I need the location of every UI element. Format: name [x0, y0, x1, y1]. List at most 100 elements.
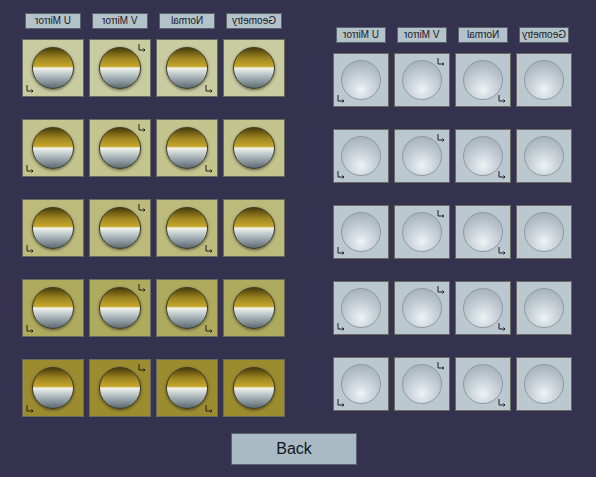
material-tile [455, 205, 511, 259]
back-button[interactable]: Back [231, 433, 357, 465]
gold-sphere [99, 127, 141, 169]
material-tile [455, 53, 511, 107]
axis-arrow-icon [138, 203, 147, 212]
axis-arrow-icon [205, 404, 214, 413]
material-row [22, 199, 285, 257]
axis-arrow-icon [26, 404, 35, 413]
material-tile [394, 357, 450, 411]
axis-arrow-icon [437, 361, 446, 370]
gold-sphere [32, 47, 74, 89]
material-tile [394, 205, 450, 259]
material-row [333, 281, 572, 335]
gold-sphere [32, 127, 74, 169]
material-row [22, 359, 285, 417]
plain-panel: U MirrorV MirrorNormalGeometry [333, 27, 572, 411]
axis-arrow-icon [498, 246, 507, 255]
material-row [22, 39, 285, 97]
material-tile [89, 39, 151, 97]
gold-sphere [166, 127, 208, 169]
material-tile [333, 53, 389, 107]
material-tile [223, 359, 285, 417]
material-tile [89, 199, 151, 257]
axis-arrow-icon [205, 84, 214, 93]
axis-arrow-icon [205, 324, 214, 333]
plain-sphere [463, 136, 503, 176]
material-tile [89, 119, 151, 177]
material-tile [223, 39, 285, 97]
axis-arrow-icon [26, 164, 35, 173]
axis-arrow-icon [26, 244, 35, 253]
material-tile [333, 281, 389, 335]
plain-sphere [524, 60, 564, 100]
axis-arrow-icon [337, 94, 346, 103]
axis-arrow-icon [138, 43, 147, 52]
material-tile [455, 357, 511, 411]
material-tile [394, 53, 450, 107]
material-tile [455, 129, 511, 183]
plain-sphere [524, 212, 564, 252]
axis-arrow-icon [437, 133, 446, 142]
material-tile [22, 39, 84, 97]
plain-sphere [402, 288, 442, 328]
material-tile [156, 359, 218, 417]
material-tile [516, 205, 572, 259]
column-header: Normal [159, 13, 215, 29]
material-tile [22, 199, 84, 257]
column-header: V Mirror [92, 13, 148, 29]
gold-sphere [166, 367, 208, 409]
gold-sphere [233, 127, 275, 169]
axis-arrow-icon [437, 285, 446, 294]
gold-sphere [166, 47, 208, 89]
column-header: U Mirror [336, 27, 386, 43]
axis-arrow-icon [498, 170, 507, 179]
gold-sphere [233, 287, 275, 329]
material-tile [156, 39, 218, 97]
material-tile [394, 281, 450, 335]
plain-sphere [341, 60, 381, 100]
axis-arrow-icon [26, 84, 35, 93]
material-tile [156, 279, 218, 337]
material-tile [516, 357, 572, 411]
gold-sphere [32, 287, 74, 329]
axis-arrow-icon [337, 398, 346, 407]
gold-sphere [166, 287, 208, 329]
gold-panel: U MirrorV MirrorNormalGeometry [22, 13, 285, 417]
plain-sphere [341, 212, 381, 252]
material-tile [516, 53, 572, 107]
gold-sphere [32, 207, 74, 249]
material-tile [223, 119, 285, 177]
axis-arrow-icon [337, 170, 346, 179]
plain-sphere [341, 136, 381, 176]
plain-sphere [463, 288, 503, 328]
plain-sphere [524, 136, 564, 176]
axis-arrow-icon [138, 123, 147, 132]
material-tile [333, 205, 389, 259]
material-tile [455, 281, 511, 335]
axis-arrow-icon [498, 322, 507, 331]
axis-arrow-icon [138, 283, 147, 292]
material-tile [223, 199, 285, 257]
plain-sphere [402, 60, 442, 100]
axis-arrow-icon [138, 363, 147, 372]
axis-arrow-icon [337, 246, 346, 255]
column-header: Geometry [226, 13, 282, 29]
axis-arrow-icon [26, 324, 35, 333]
gold-sphere [233, 47, 275, 89]
plain-sphere [524, 288, 564, 328]
gold-sphere [99, 287, 141, 329]
gold-sphere [166, 207, 208, 249]
column-header: Normal [458, 27, 508, 43]
material-tile [156, 199, 218, 257]
plain-sphere [463, 60, 503, 100]
material-tile [333, 129, 389, 183]
material-row [333, 357, 572, 411]
material-row [22, 119, 285, 177]
plain-sphere [341, 288, 381, 328]
material-tile [156, 119, 218, 177]
material-tile [333, 357, 389, 411]
material-tile [89, 359, 151, 417]
material-tile [516, 281, 572, 335]
material-tile [516, 129, 572, 183]
axis-arrow-icon [498, 398, 507, 407]
axis-arrow-icon [205, 164, 214, 173]
